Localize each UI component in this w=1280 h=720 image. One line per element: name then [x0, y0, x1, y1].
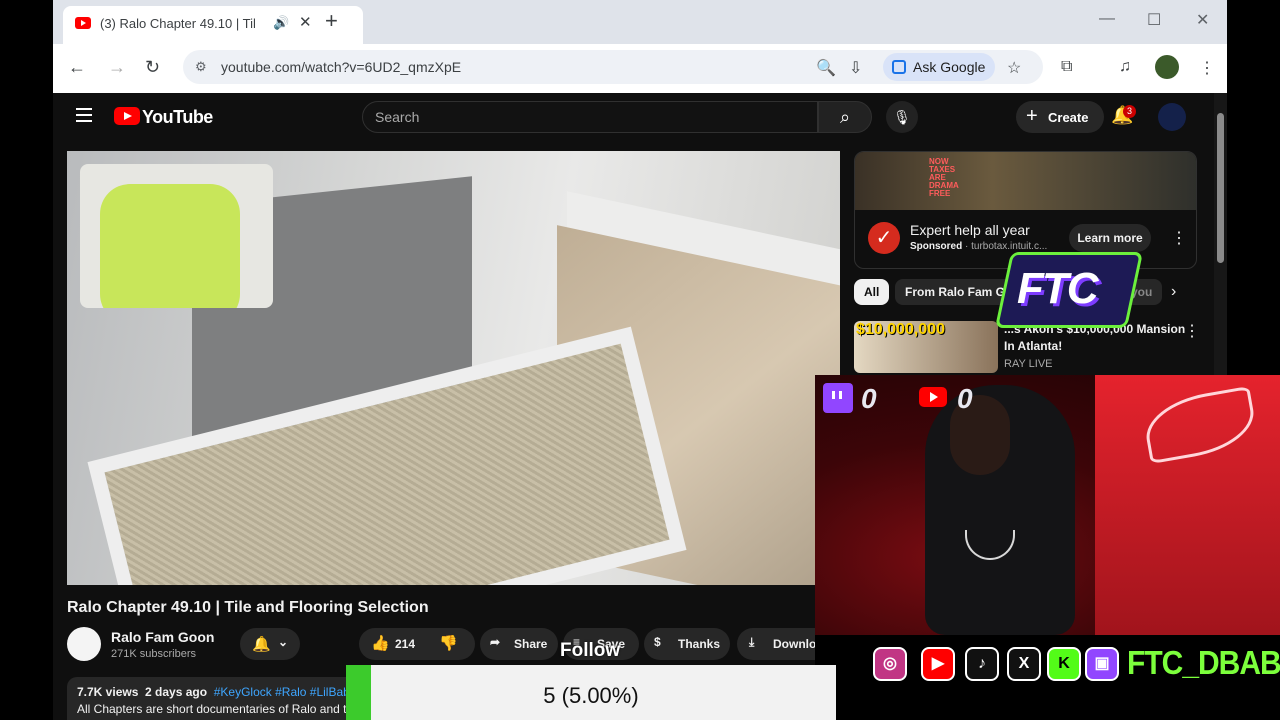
notification-badge: 3: [1123, 105, 1136, 118]
channel-name[interactable]: Ralo Fam Goon: [111, 629, 214, 645]
bookmark-star-icon[interactable]: ☆: [1007, 58, 1021, 78]
new-tab-icon[interactable]: +: [325, 8, 338, 34]
window-close-icon[interactable]: ✕: [1196, 10, 1209, 30]
streamer-handle: FTC_DBABY: [1127, 645, 1280, 682]
address-bar[interactable]: ⚙ youtube.com/watch?v=6UD2_qmzXpE 🔍 ⇩ As…: [183, 50, 1043, 84]
like-count[interactable]: 214: [395, 637, 415, 651]
plus-icon: +: [1026, 105, 1038, 127]
upload-age: 2 days ago: [145, 685, 208, 699]
ask-google-label: Ask Google: [913, 59, 986, 75]
video-inset-overlay: [80, 164, 273, 308]
like-dislike-group: 👍 214 👎: [359, 628, 475, 660]
bell-icon: 🔔: [252, 636, 271, 653]
tab-strip: (3) Ralo Chapter 49.10 | Tile and Floori…: [53, 0, 1227, 44]
create-label: Create: [1048, 110, 1089, 125]
ad-banner-text: NOW TAXES ARE DRAMA FREE: [929, 157, 959, 198]
profile-avatar[interactable]: [1155, 55, 1179, 79]
follow-goal-bar: 5 (5.00%): [346, 665, 836, 720]
twitch-social-icon: ▣: [1085, 647, 1119, 681]
webcam-overlay: 0 0: [815, 375, 1280, 635]
browser-toolbar: ← → ↻ ⚙ youtube.com/watch?v=6UD2_qmzXpE …: [53, 44, 1227, 93]
lens-icon: [892, 60, 906, 74]
recommended-thumbnail[interactable]: $10,000,000: [854, 321, 998, 373]
media-control-icon[interactable]: ♫: [1119, 58, 1131, 76]
follow-goal-value: 5 (5.00%): [543, 683, 639, 708]
inset-hoodie-image: [100, 184, 240, 308]
ftc-logo: FTC: [994, 248, 1144, 334]
twitch-viewer-count: 0: [861, 383, 877, 414]
recommended-channel[interactable]: RAY LIVE: [1004, 358, 1053, 370]
youtube-icon: [919, 387, 947, 407]
follow-goal-label: Follow: [560, 640, 621, 661]
create-button[interactable]: + Create: [1016, 101, 1104, 133]
dislike-icon[interactable]: 👎: [439, 634, 458, 652]
description-text: All Chapters are short documentaries of …: [77, 702, 347, 716]
ad-more-icon[interactable]: ⋮: [1171, 228, 1187, 248]
recommended-more-icon[interactable]: ⋮: [1184, 321, 1200, 341]
x-icon: X: [1007, 647, 1041, 681]
maximize-icon[interactable]: ☐: [1147, 10, 1161, 30]
ad-headline: Expert help all year: [910, 222, 1030, 238]
video-player[interactable]: [67, 151, 840, 585]
hashtags[interactable]: #KeyGlock #Ralo #LilBaby: [214, 685, 356, 699]
instagram-icon: ◎: [873, 647, 907, 681]
url-text[interactable]: youtube.com/watch?v=6UD2_qmzXpE: [221, 59, 461, 75]
youtube-favicon-icon: [75, 17, 91, 29]
back-icon[interactable]: ←: [68, 57, 86, 78]
youtube-logo-icon[interactable]: [114, 107, 140, 125]
youtube-viewer-count: 0: [957, 383, 973, 414]
reload-icon[interactable]: ↻: [145, 57, 160, 78]
share-label: Share: [514, 637, 548, 651]
site-info-icon[interactable]: ⚙: [195, 59, 207, 75]
ad-banner-image: NOW TAXES ARE DRAMA FREE: [855, 152, 1196, 210]
tab-title: (3) Ralo Chapter 49.10 | Tile and Floori…: [100, 16, 255, 31]
video-title: Ralo Chapter 49.10 | Tile and Flooring S…: [67, 599, 429, 616]
minimize-icon[interactable]: —: [1099, 10, 1115, 28]
sponsored-label: Sponsored: [910, 241, 963, 252]
screen: (3) Ralo Chapter 49.10 | Tile and Floori…: [0, 0, 1280, 720]
thumbnail-text: $10,000,000: [856, 321, 945, 338]
microphone-icon[interactable]: 🎙: [886, 101, 918, 133]
youtube-social-icon: ▶: [921, 647, 955, 681]
browser-menu-icon[interactable]: ⋮: [1199, 58, 1215, 78]
chevron-down-icon: ⌄: [278, 635, 289, 649]
video-meta: 7.7K views 2 days ago #KeyGlock #Ralo #L…: [77, 685, 356, 699]
account-avatar[interactable]: [1158, 103, 1186, 131]
scrollbar-thumb[interactable]: [1217, 113, 1224, 263]
search-input[interactable]: Search: [362, 101, 818, 133]
speaker-icon[interactable]: 🔊: [273, 15, 289, 31]
browser-tab[interactable]: (3) Ralo Chapter 49.10 | Tile and Floori…: [63, 6, 363, 44]
thanks-button[interactable]: $ Thanks: [644, 628, 730, 660]
browser-chrome: (3) Ralo Chapter 49.10 | Tile and Floori…: [53, 0, 1227, 93]
youtube-logo-text[interactable]: YouTube: [142, 107, 213, 128]
chips-next-icon[interactable]: ›: [1171, 283, 1176, 301]
share-icon: ➦: [490, 635, 501, 649]
ask-google-button[interactable]: Ask Google: [883, 53, 995, 81]
install-icon[interactable]: ⇩: [849, 58, 862, 78]
view-count: 7.7K views: [77, 685, 139, 699]
thanks-icon: $: [654, 635, 661, 649]
search-button[interactable]: ⌕: [818, 101, 872, 133]
chip-all[interactable]: All: [854, 279, 890, 305]
thanks-label: Thanks: [678, 637, 721, 651]
like-icon[interactable]: 👍: [371, 634, 390, 652]
channel-avatar[interactable]: [67, 627, 101, 661]
search-placeholder: Search: [375, 109, 420, 125]
ftc-logo-text: FTC: [1017, 264, 1099, 313]
download-icon: ⤓: [749, 635, 755, 649]
share-button[interactable]: ➦ Share: [480, 628, 558, 660]
subscriber-count: 271K subscribers: [111, 648, 196, 660]
tab-search-icon[interactable]: ⧉: [1061, 58, 1072, 76]
menu-icon[interactable]: [76, 108, 92, 122]
zoom-icon[interactable]: 🔍: [816, 58, 836, 78]
social-bar: ◎ ▶ ♪ X K ▣ FTC_DBABY: [815, 635, 1280, 720]
turbotax-check-icon: ✓: [868, 222, 900, 254]
forward-icon[interactable]: →: [108, 57, 126, 78]
kick-icon: K: [1047, 647, 1081, 681]
tiktok-icon: ♪: [965, 647, 999, 681]
tab-close-icon[interactable]: ✕: [299, 13, 312, 31]
notifications-subscribe-button[interactable]: 🔔 ⌄: [240, 628, 300, 660]
twitch-icon: [823, 383, 853, 413]
